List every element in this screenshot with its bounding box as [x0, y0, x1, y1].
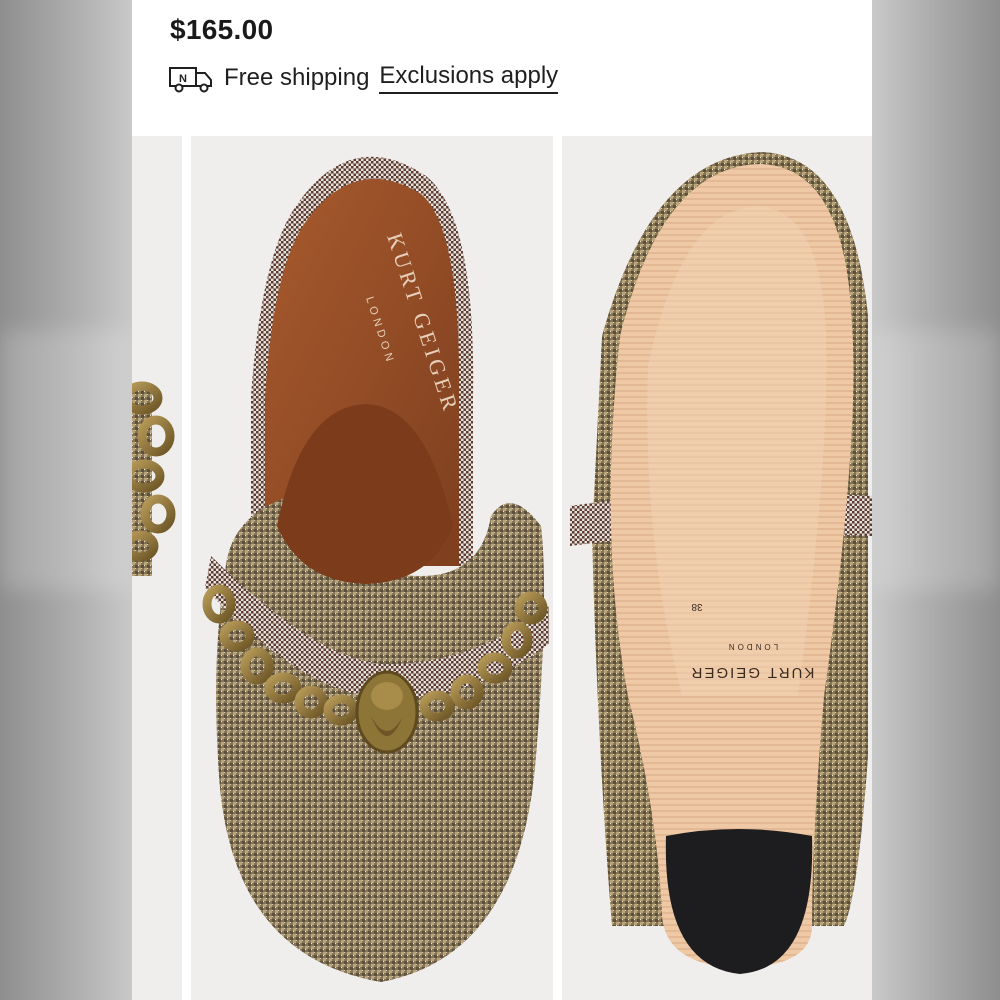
product-image-gallery[interactable]: KURT GEIGER LONDON KURT GEIGER LONDON 38: [132, 136, 872, 1000]
gallery-image-chain-detail[interactable]: [132, 136, 182, 1000]
shipping-info: N Free shipping Exclusions apply: [168, 60, 559, 96]
product-card: $165.00 N Free shipping Exclusions apply: [132, 0, 872, 1000]
gallery-gap: [182, 136, 191, 1000]
gallery-image-sole-view[interactable]: KURT GEIGER LONDON 38: [562, 136, 872, 1000]
shipping-label: Free shipping: [224, 64, 370, 91]
product-header: $165.00 N Free shipping Exclusions apply: [132, 0, 872, 136]
gallery-image-top-view[interactable]: KURT GEIGER LONDON: [191, 136, 553, 1000]
product-price: $165.00: [170, 14, 274, 45]
gallery-gap: [553, 136, 562, 1000]
sole-brand-text: KURT GEIGER: [690, 664, 815, 681]
chain-detail-image: [132, 136, 182, 1000]
mule-sole-view-image: KURT GEIGER LONDON 38: [562, 136, 872, 1000]
blur-highlight: [0, 330, 132, 590]
delivery-truck-icon: N: [169, 67, 212, 93]
sole-size-text: 38: [691, 601, 703, 612]
exclusions-link[interactable]: Exclusions apply: [379, 62, 559, 94]
sole-sub-text: LONDON: [726, 642, 778, 651]
blur-highlight: [872, 330, 1000, 590]
blurred-background-left: [0, 0, 132, 1000]
svg-text:N: N: [179, 73, 187, 85]
mule-top-view-image: KURT GEIGER LONDON: [191, 136, 553, 1000]
blurred-background-right: [872, 0, 1000, 1000]
